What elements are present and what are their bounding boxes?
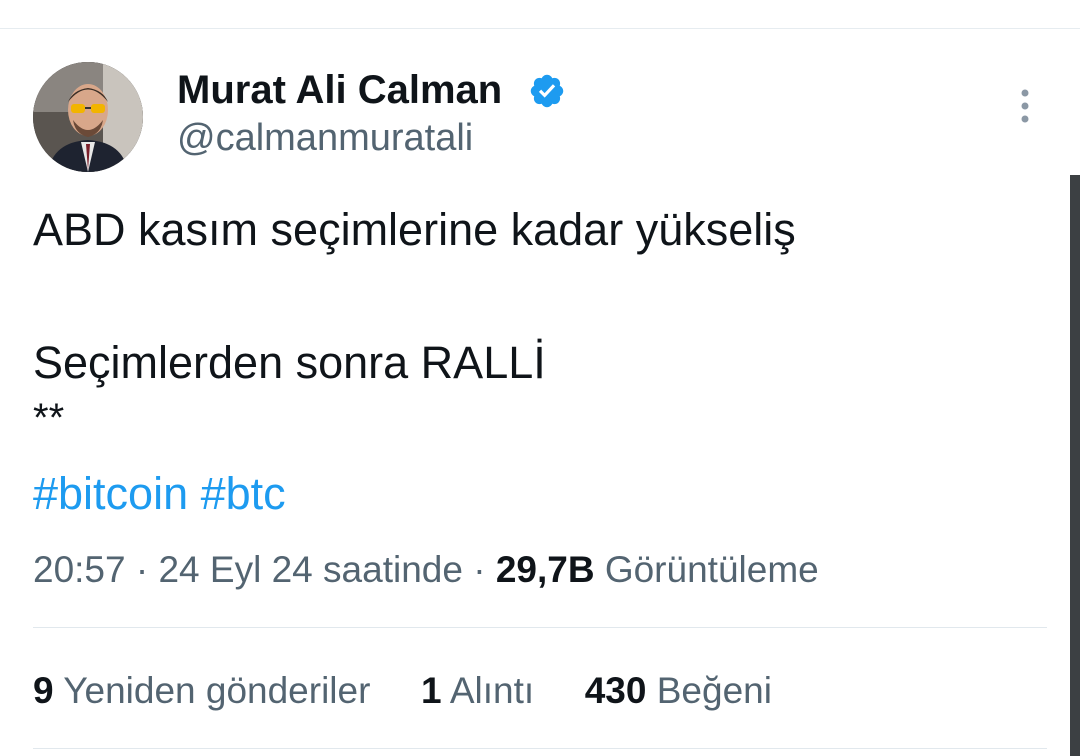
avatar[interactable] <box>33 62 143 172</box>
divider <box>33 627 1047 628</box>
reposts-stat[interactable]: 9 Yeniden gönderiler <box>33 670 381 711</box>
author-handle[interactable]: @calmanmuratali <box>177 116 473 160</box>
likes-label: Beğeni <box>656 670 772 711</box>
tweet-detail-page: Murat Ali Calman @calmanmuratali ABD kas… <box>0 0 1080 756</box>
author-name[interactable]: Murat Ali Calman <box>177 66 502 114</box>
meta-separator: · <box>473 549 486 590</box>
hashtag-btc-link[interactable]: #btc <box>201 468 286 519</box>
meta-separator: · <box>135 549 149 590</box>
tweet-text-line: ** <box>33 396 65 440</box>
avatar-image <box>33 62 143 172</box>
verified-badge-icon <box>530 74 564 108</box>
tweet-meta: 20:57 · 24 Eyl 24 saatinde · 29,7B Görün… <box>33 548 819 592</box>
reposts-label: Yeniden gönderiler <box>63 670 371 711</box>
views-label: Görüntüleme <box>604 549 819 590</box>
quotes-stat[interactable]: 1 Alıntı <box>411 670 545 711</box>
tweet-text-line: ABD kasım seçimlerine kadar yükseliş <box>33 204 796 255</box>
reposts-count: 9 <box>33 670 54 711</box>
quotes-count: 1 <box>421 670 442 711</box>
likes-stat[interactable]: 430 Beğeni <box>574 670 772 711</box>
tweet-time[interactable]: 20:57 <box>33 549 126 590</box>
divider <box>33 748 1047 749</box>
engagement-stats: 9 Yeniden gönderiler 1 Alıntı 430 Beğeni <box>33 669 772 713</box>
tweet-date[interactable]: 24 Eyl 24 saatinde <box>158 549 462 590</box>
views-count: 29,7B <box>495 549 595 590</box>
quotes-label: Alıntı <box>449 670 535 711</box>
scrollbar[interactable] <box>1070 175 1080 756</box>
hashtag-bitcoin-link[interactable]: #bitcoin <box>33 468 188 519</box>
tweet-text-line: Seçimlerden sonra RALLİ <box>33 337 546 388</box>
more-options-icon[interactable] <box>1008 86 1042 126</box>
hashtags: #bitcoin #btc <box>33 467 286 521</box>
top-divider <box>0 28 1080 29</box>
likes-count: 430 <box>584 670 647 711</box>
